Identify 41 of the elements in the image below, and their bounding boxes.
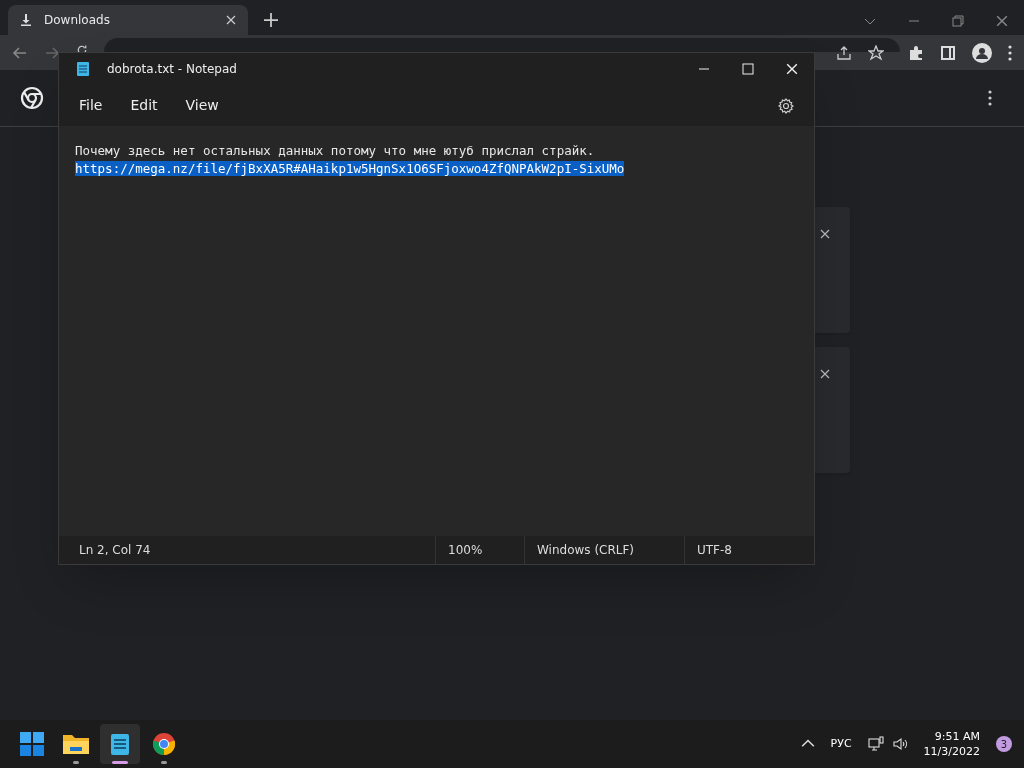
more-icon[interactable]: [988, 90, 992, 106]
text-line: Почему здесь нет остальных данных потому что мне ютуб прислал страйк.: [75, 143, 595, 158]
windows-logo-icon[interactable]: [20, 732, 44, 756]
status-text: 100%: [448, 542, 483, 559]
more-icon[interactable]: [1008, 44, 1012, 61]
close-icon[interactable]: [226, 15, 236, 25]
chrome-logo-icon: [20, 86, 44, 110]
maximize-icon[interactable]: [742, 63, 754, 75]
close-icon[interactable]: [820, 229, 830, 239]
chrome-logo-icon[interactable]: [152, 732, 176, 756]
text-area[interactable]: Почему здесь нет остальных данных потому что мне ютуб прислал страйк. https://mega.nz/file/fjBxXA5R#AHaikp1w5HgnSx1O6SFjoxwo4ZfQNPAkW2pI-SixUMo: [59, 126, 814, 536]
download-icon: [20, 14, 32, 26]
close-icon[interactable]: [820, 369, 830, 379]
language-indicator[interactable]: РУС: [830, 735, 852, 753]
back-icon[interactable]: [12, 44, 28, 61]
menu-item[interactable]: Edit: [126, 95, 162, 116]
notepad-icon[interactable]: [108, 732, 132, 756]
clock-time[interactable]: 9:51 AM: [934, 729, 980, 744]
folder-icon[interactable]: [62, 732, 90, 756]
status-text: Windows (CRLF): [537, 542, 635, 559]
notification-badge[interactable]: 3: [996, 736, 1012, 752]
volume-icon[interactable]: [891, 736, 908, 752]
profile-icon[interactable]: [972, 42, 992, 63]
status-text: UTF-8: [697, 542, 732, 559]
tab-title: Downloads: [44, 12, 111, 29]
extensions-icon[interactable]: [908, 44, 924, 61]
clock-date[interactable]: 11/3/2022: [923, 744, 980, 759]
share-icon[interactable]: [836, 44, 852, 61]
settings-icon[interactable]: [778, 97, 794, 114]
menu-item[interactable]: View: [181, 95, 223, 116]
network-icon[interactable]: [867, 736, 884, 752]
restore-icon[interactable]: [952, 15, 964, 27]
menu-item[interactable]: File: [75, 95, 107, 116]
status-text: Ln 2, Col 74: [79, 542, 151, 559]
browser-tab[interactable]: Downloads: [8, 5, 248, 35]
side-panel-icon[interactable]: [940, 44, 956, 61]
notepad-icon: [75, 61, 91, 77]
window-title: dobrota.txt - Notepad: [107, 61, 237, 78]
forward-icon[interactable]: [44, 44, 60, 61]
new-tab-icon[interactable]: [264, 13, 278, 27]
star-icon[interactable]: [868, 44, 884, 61]
